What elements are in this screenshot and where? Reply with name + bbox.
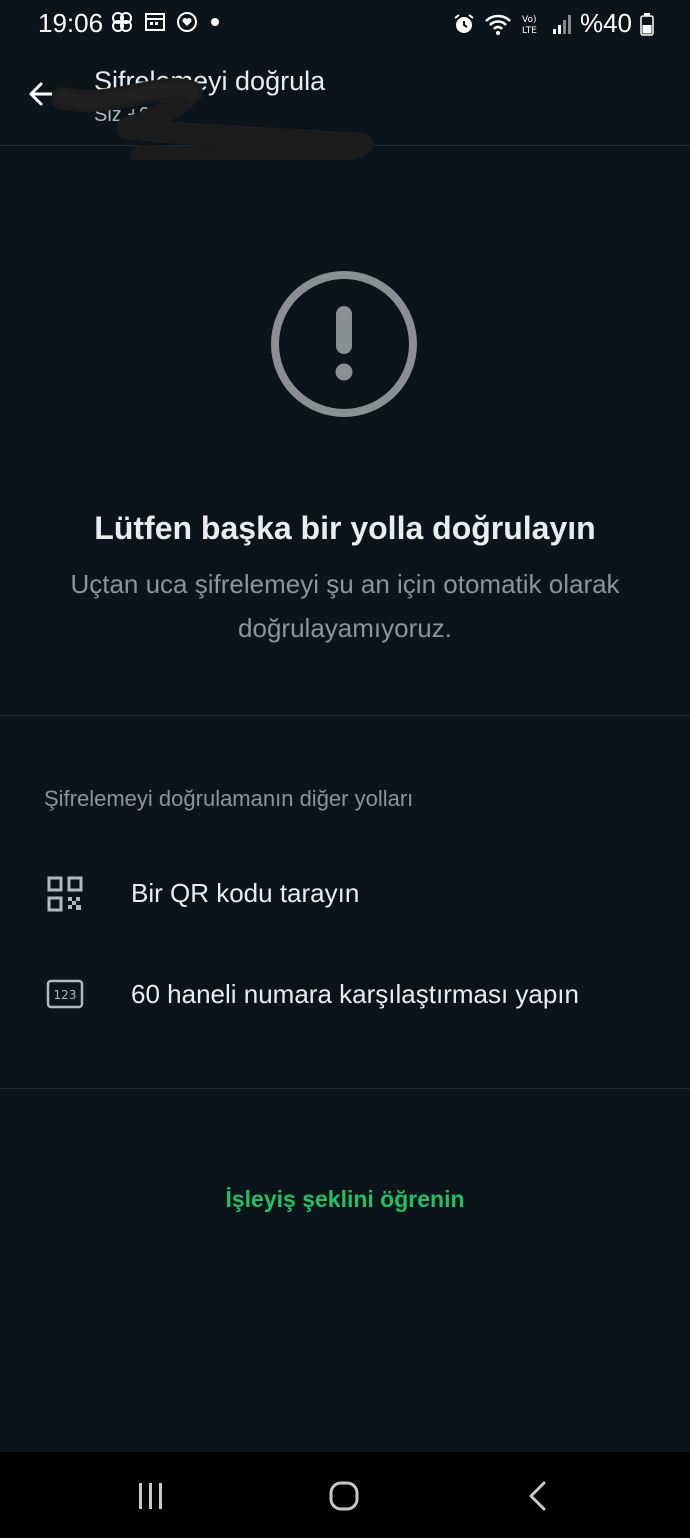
warning-exclamation-icon (271, 271, 417, 417)
dot-icon (211, 18, 219, 26)
section-label: Şifrelemeyi doğrulamanın diğer yolları (44, 786, 414, 811)
number-123-icon: 123 (46, 979, 84, 1009)
compare-number-label: 60 haneli numara karşılaştırması yapın (131, 979, 579, 1009)
back-nav-button[interactable] (516, 1474, 560, 1518)
warning-headline: Lütfen başka bir yolla doğrulayın (94, 510, 596, 546)
status-time: 19:06 (38, 8, 104, 38)
learn-more-link[interactable]: İşleyiş şeklini öğrenin (0, 1186, 690, 1213)
svg-text:LTE: LTE (522, 26, 537, 36)
scan-qr-option[interactable]: Bir QR kodu tarayın (0, 848, 690, 938)
battery-icon (640, 12, 654, 36)
compare-number-option[interactable]: 123 60 haneli numara karşılaştırması yap… (0, 949, 690, 1039)
svg-text:123: 123 (54, 988, 77, 1002)
wifi-icon (485, 14, 511, 35)
signal-icon (552, 14, 571, 34)
heart-circle-icon (177, 12, 197, 32)
recent-apps-button[interactable] (129, 1474, 173, 1518)
home-button[interactable] (322, 1474, 366, 1518)
volte-icon: Vo) LTE (522, 15, 537, 36)
recent-apps-icon (139, 1483, 162, 1509)
back-button[interactable] (22, 74, 62, 114)
battery-percent: %40 (579, 8, 632, 38)
pinwheel-icon (112, 12, 132, 32)
divider (0, 715, 690, 716)
page-title: Şifrelemeyi doğrula (94, 66, 326, 96)
arrow-back-icon (29, 82, 56, 106)
app-bar: Şifrelemeyi doğrula Siz +9 (0, 50, 690, 160)
status-bar: 19:06 Vo) LTE %40 (0, 0, 690, 46)
verify-encryption-screen: 19:06 Vo) LTE %40 Şifrelemeyi doğrula Si… (0, 0, 690, 1538)
alarm-icon (454, 13, 474, 33)
system-navigation-bar (0, 1452, 690, 1538)
scan-qr-label: Bir QR kodu tarayın (131, 878, 360, 908)
divider (0, 1088, 690, 1089)
calendar-icon (145, 13, 165, 31)
contact-subtitle: Siz +9 (94, 104, 151, 126)
chevron-left-icon (529, 1481, 546, 1511)
svg-text:Vo): Vo) (522, 15, 536, 25)
warning-description: Uçtan uca şifrelemeyi şu an için otomati… (70, 569, 620, 643)
home-icon (329, 1481, 359, 1511)
qr-code-icon (47, 876, 83, 912)
